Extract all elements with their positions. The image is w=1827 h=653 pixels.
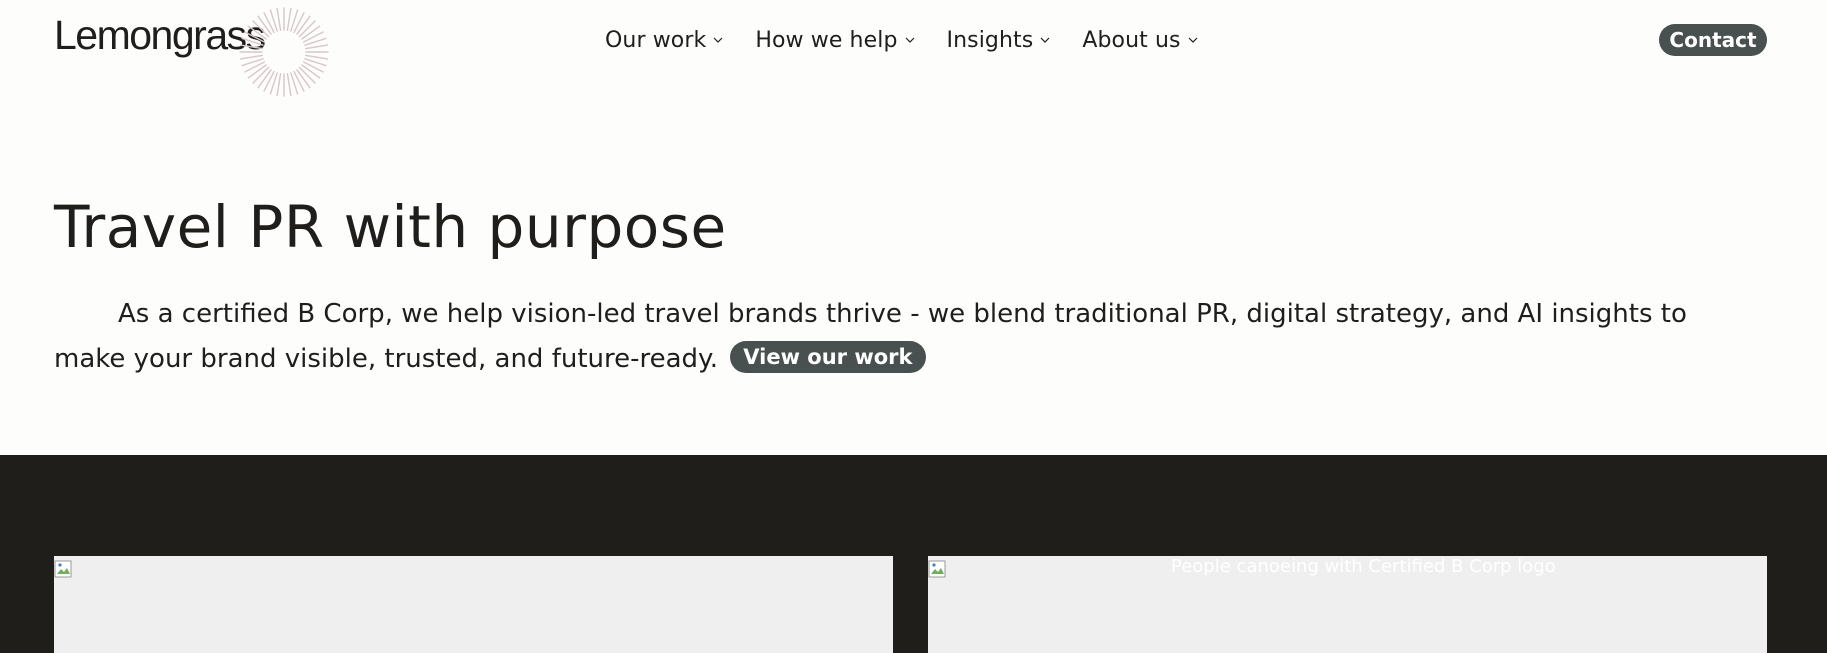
- sunburst-ray: [276, 73, 282, 97]
- sunburst-icon: [239, 7, 329, 97]
- contact-button[interactable]: Contact: [1659, 24, 1767, 56]
- site-header: Lemongrass Our work How we help Insights…: [0, 0, 1827, 97]
- sunburst-ray: [305, 54, 329, 60]
- sunburst-ray: [298, 66, 316, 84]
- broken-image-icon: [928, 560, 946, 578]
- sunburst-ray: [296, 15, 311, 35]
- sunburst-ray: [296, 69, 311, 89]
- nav-item-label: How we help: [755, 27, 898, 53]
- hero-description: As a certified B Corp, we help vision-le…: [54, 292, 1754, 382]
- sunburst-ray: [286, 7, 292, 31]
- sunburst-ray: [252, 66, 270, 84]
- nav-item-label: Our work: [605, 27, 707, 53]
- chevron-down-icon: [1040, 37, 1050, 43]
- brand-logo[interactable]: Lemongrass: [54, 7, 334, 97]
- sunburst-ray: [247, 64, 267, 79]
- sunburst-ray: [239, 44, 263, 50]
- sunburst-ray: [276, 7, 282, 31]
- image-alt-text: People canoeing with Certified B Corp lo…: [1171, 556, 1556, 577]
- sunburst-ray: [301, 25, 321, 40]
- sunburst-ray: [298, 20, 316, 38]
- sunburst-ray: [301, 64, 321, 79]
- gallery-image-right: People canoeing with Certified B Corp lo…: [928, 556, 1767, 653]
- sunburst-ray: [239, 54, 263, 60]
- chevron-down-icon: [905, 37, 914, 43]
- view-our-work-button[interactable]: View our work: [730, 340, 926, 373]
- broken-image-icon: [54, 560, 72, 578]
- sunburst-ray: [286, 73, 292, 97]
- nav-item-label: Insights: [946, 27, 1034, 53]
- sunburst-ray: [252, 20, 270, 38]
- nav-item-label: About us: [1082, 27, 1181, 53]
- gallery-image-left: [54, 556, 893, 653]
- main-nav: Our work How we help Insights About us: [605, 24, 1198, 56]
- sunburst-ray: [305, 44, 329, 50]
- sunburst-ray: [247, 25, 267, 40]
- page-title: Travel PR with purpose: [54, 193, 727, 261]
- sunburst-ray: [257, 15, 272, 35]
- chevron-down-icon: [713, 37, 723, 43]
- sunburst-ray: [257, 69, 272, 89]
- nav-item-about-us[interactable]: About us: [1082, 27, 1198, 53]
- nav-item-our-work[interactable]: Our work: [605, 28, 723, 53]
- nav-item-insights[interactable]: Insights: [947, 28, 1051, 53]
- chevron-down-icon: [1188, 37, 1198, 43]
- nav-item-how-we-help[interactable]: How we help: [755, 28, 914, 53]
